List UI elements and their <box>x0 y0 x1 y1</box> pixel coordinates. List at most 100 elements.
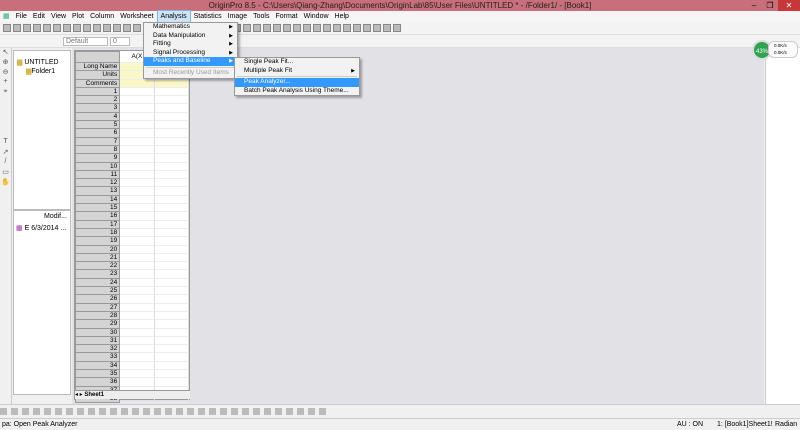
cell[interactable] <box>120 112 155 122</box>
menu-item-mathematics[interactable]: Mathematics ▶ <box>144 23 237 32</box>
row-header[interactable]: 4 <box>75 112 121 122</box>
row-header[interactable]: 13 <box>75 187 121 196</box>
row-header[interactable]: 31 <box>75 336 121 346</box>
cell[interactable] <box>154 320 189 329</box>
cell[interactable] <box>154 311 189 321</box>
row-header[interactable]: 26 <box>75 295 121 304</box>
row-header[interactable]: Long Name <box>75 63 121 72</box>
cell[interactable] <box>120 345 155 354</box>
row-header[interactable]: 5 <box>75 121 121 130</box>
menu-item-most-recently-used-items[interactable]: Most Recently Used Items <box>144 69 237 78</box>
row-header[interactable]: 10 <box>75 162 121 171</box>
cell[interactable] <box>120 361 155 370</box>
menu-item-multiple-peak-fit[interactable]: Multiple Peak Fit ▶ <box>235 67 359 76</box>
cell[interactable] <box>154 378 189 387</box>
toolbar-button-icon[interactable] <box>263 24 271 32</box>
toolbar-button-icon[interactable] <box>63 24 71 32</box>
row-header[interactable]: 15 <box>75 204 121 213</box>
row-header[interactable]: 8 <box>75 145 121 155</box>
plot-tool-icon[interactable] <box>308 407 315 415</box>
plot-tool-icon[interactable] <box>88 407 95 415</box>
plot-tool-icon[interactable] <box>121 407 128 415</box>
toolbar-button-icon[interactable] <box>253 24 261 32</box>
toolbar-button-icon[interactable] <box>93 24 101 32</box>
cell[interactable] <box>120 278 155 288</box>
toolbar-button-icon[interactable] <box>53 24 61 32</box>
toolbar-button-icon[interactable] <box>363 24 371 32</box>
menu-item-data-manipulation[interactable]: Data Manipulation ▶ <box>144 32 237 41</box>
toolbar-button-icon[interactable] <box>23 24 31 32</box>
row-header[interactable]: 6 <box>75 129 121 138</box>
toolbar-button-icon[interactable] <box>293 24 301 32</box>
plot-tool-icon[interactable] <box>253 407 260 415</box>
toolbar-button-icon[interactable] <box>373 24 381 32</box>
cell[interactable] <box>154 137 189 146</box>
row-header[interactable]: 30 <box>75 328 121 337</box>
plot-tool-icon[interactable] <box>275 407 282 415</box>
cell[interactable] <box>154 287 189 296</box>
toolbar-button-icon[interactable] <box>3 24 11 32</box>
row-header[interactable]: 14 <box>75 195 121 205</box>
cell[interactable] <box>154 121 189 130</box>
row-header[interactable]: 1 <box>75 87 121 97</box>
cell[interactable] <box>120 79 155 88</box>
menu-worksheet[interactable]: Worksheet <box>117 11 156 22</box>
cell[interactable] <box>120 311 155 321</box>
row-header[interactable]: 23 <box>75 270 121 279</box>
plot-tool-icon[interactable] <box>319 407 326 415</box>
plot-tool-icon[interactable] <box>33 407 40 415</box>
plot-tool-icon[interactable] <box>143 407 150 415</box>
cell[interactable] <box>154 253 189 263</box>
plot-tool-icon[interactable] <box>286 407 293 415</box>
plot-tool-icon[interactable] <box>154 407 161 415</box>
cell[interactable] <box>154 195 189 205</box>
toolbar-button-icon[interactable] <box>273 24 281 32</box>
row-header[interactable]: 35 <box>75 369 121 379</box>
toolbar-button-icon[interactable] <box>333 24 341 32</box>
cell[interactable] <box>120 295 155 304</box>
plot-tool-icon[interactable] <box>0 407 7 415</box>
cell[interactable] <box>154 336 189 346</box>
row-header[interactable]: 29 <box>75 320 121 329</box>
cell[interactable] <box>154 212 189 221</box>
row-header[interactable]: 34 <box>75 361 121 370</box>
cell[interactable] <box>154 96 189 105</box>
cell[interactable] <box>120 253 155 263</box>
toolbar-button-icon[interactable] <box>393 24 401 32</box>
menu-item-peak-analyzer[interactable]: Peak Analyzer... <box>235 78 359 87</box>
toolbar-button-icon[interactable] <box>303 24 311 32</box>
row-header[interactable]: 19 <box>75 237 121 246</box>
cell[interactable] <box>154 154 189 163</box>
row-header[interactable]: 11 <box>75 170 121 180</box>
pointer-icon[interactable]: ↖ <box>0 48 11 58</box>
cell[interactable] <box>154 295 189 304</box>
cell[interactable] <box>120 328 155 337</box>
cell[interactable] <box>154 204 189 213</box>
cell[interactable] <box>120 129 155 138</box>
cell[interactable] <box>154 220 189 229</box>
cell[interactable] <box>120 262 155 271</box>
minimize-button[interactable]: – <box>746 0 762 11</box>
plot-tool-icon[interactable] <box>55 407 62 415</box>
cell[interactable] <box>154 369 189 379</box>
text-icon[interactable]: T <box>0 138 11 148</box>
row-header[interactable]: 20 <box>75 245 121 254</box>
plot-tool-icon[interactable] <box>44 407 51 415</box>
plot-tool-icon[interactable] <box>165 407 172 415</box>
menu-tools[interactable]: Tools <box>250 11 272 22</box>
cell[interactable] <box>120 212 155 221</box>
menu-image[interactable]: Image <box>225 11 250 22</box>
menu-edit[interactable]: Edit <box>30 11 48 22</box>
cell[interactable] <box>154 112 189 122</box>
cell[interactable] <box>154 262 189 271</box>
row-header[interactable]: 18 <box>75 228 121 238</box>
cell[interactable] <box>120 336 155 346</box>
toolbar-button-icon[interactable] <box>33 24 41 32</box>
row-header[interactable]: 24 <box>75 278 121 288</box>
tab-sheet1[interactable]: Sheet1 <box>84 392 104 398</box>
cell[interactable] <box>120 320 155 329</box>
cell[interactable] <box>120 96 155 105</box>
cell[interactable] <box>120 369 155 379</box>
plot-tool-icon[interactable] <box>110 407 117 415</box>
reader-icon[interactable]: ⌖ <box>0 88 11 98</box>
